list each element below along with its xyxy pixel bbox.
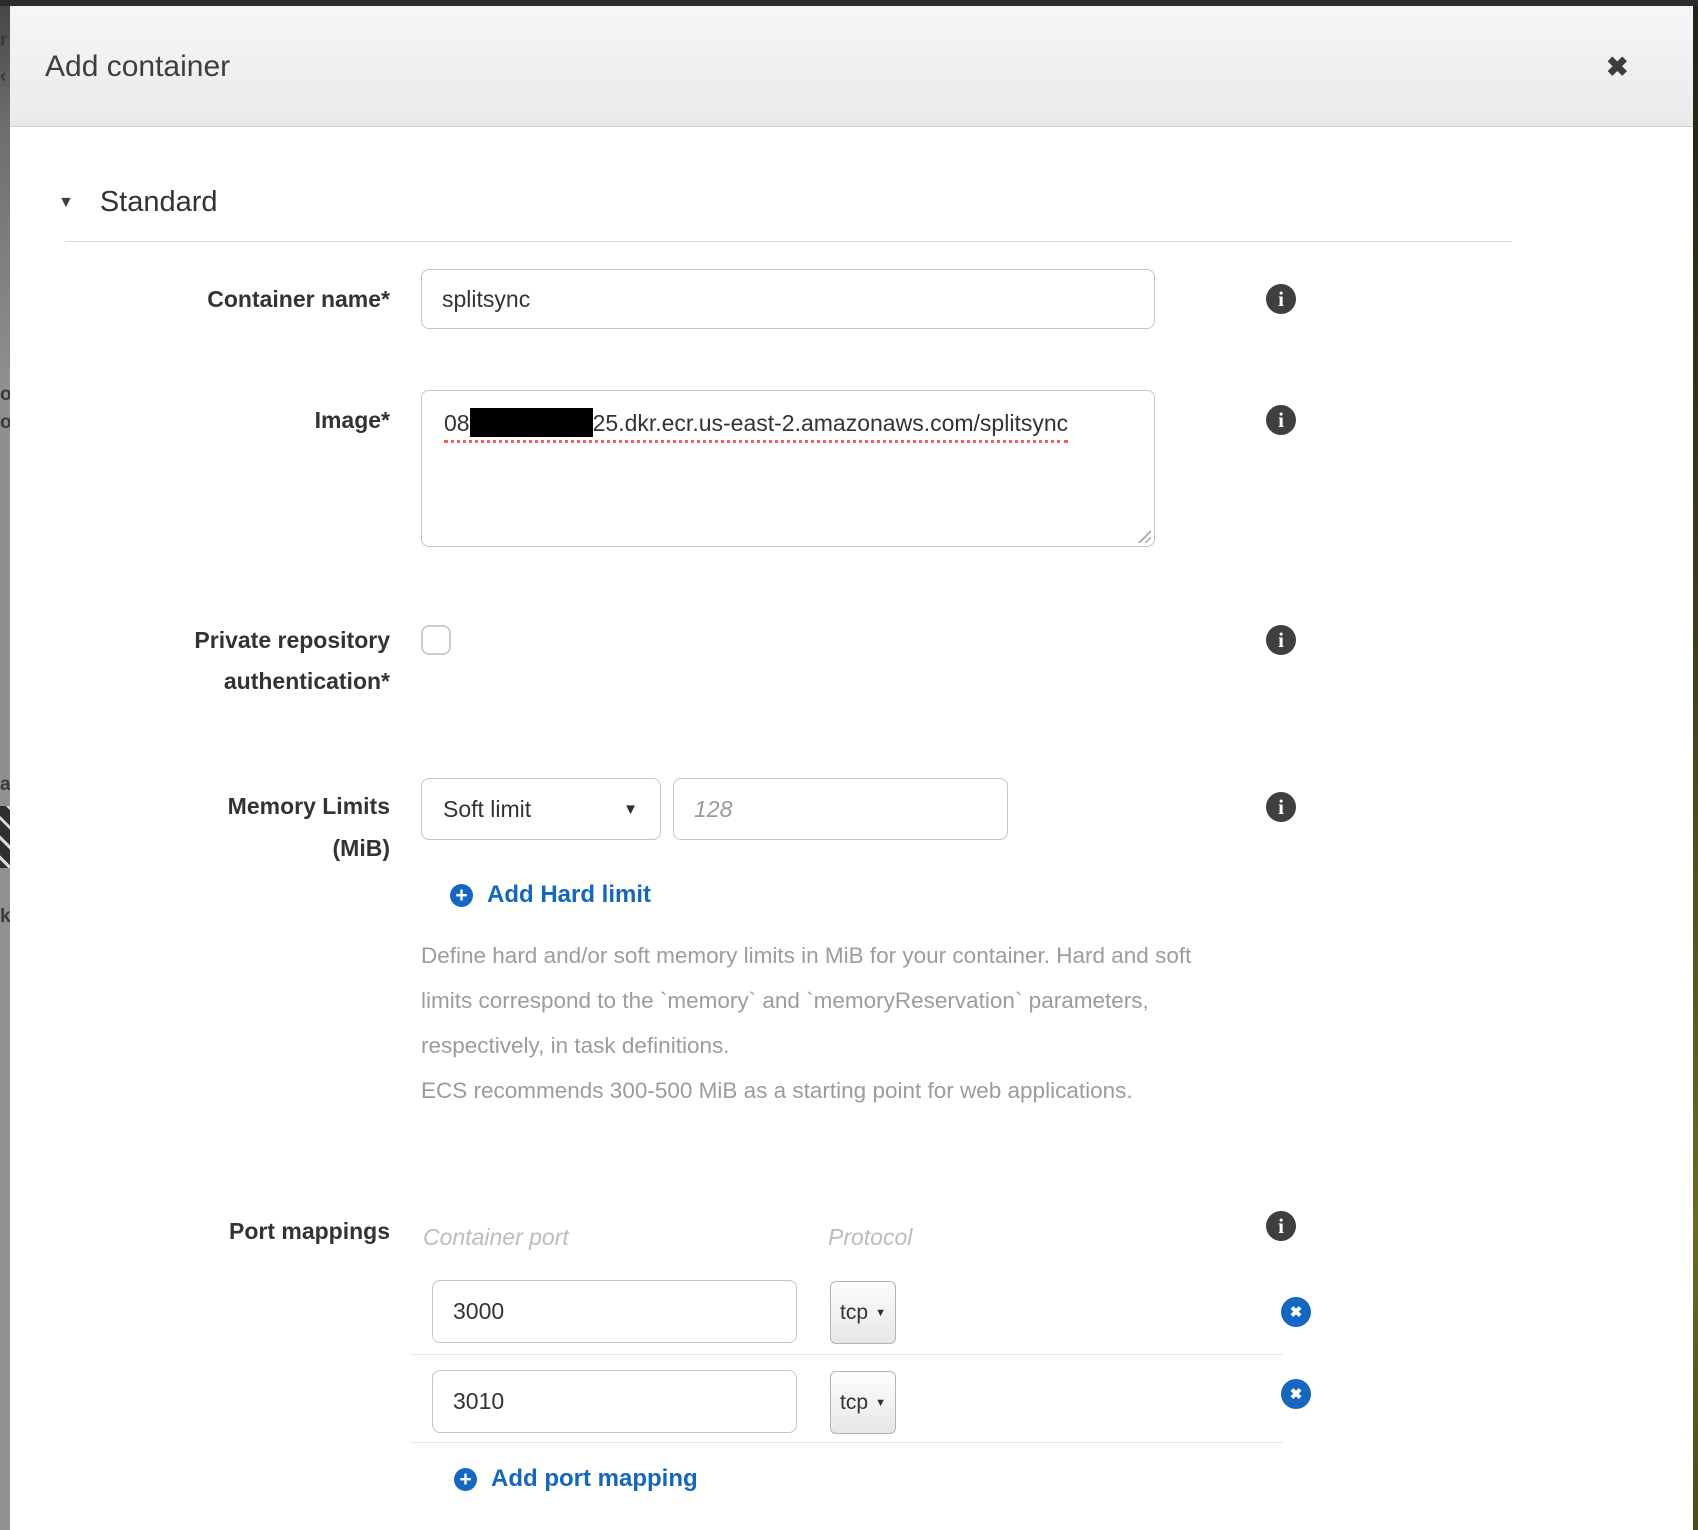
image-textarea[interactable]: 0825.dkr.ecr.us-east-2.amazonaws.com/spl… — [421, 390, 1155, 547]
info-icon[interactable]: i — [1266, 625, 1296, 655]
redaction-box — [470, 408, 593, 437]
memory-limit-value-input[interactable] — [673, 778, 1008, 840]
section-title: Standard — [100, 186, 218, 219]
section-standard-toggle[interactable]: ▼ Standard — [58, 186, 218, 219]
private-repo-label-line1: Private repository — [60, 627, 390, 654]
container-port-column-header: Container port — [423, 1224, 569, 1251]
chevron-down-icon: ▼ — [875, 1397, 886, 1409]
remove-port-mapping-icon[interactable]: ✖ — [1281, 1297, 1311, 1327]
chevron-down-icon: ▼ — [623, 801, 638, 818]
background-page-left-edge: r ‹ o o a ki — [0, 6, 10, 1530]
plus-icon: + — [450, 884, 473, 907]
close-icon[interactable]: ✖ — [1606, 52, 1629, 83]
plus-icon: + — [454, 1468, 477, 1491]
remove-port-mapping-icon[interactable]: ✖ — [1281, 1379, 1311, 1409]
section-divider — [65, 241, 1512, 242]
chevron-down-icon: ▼ — [875, 1307, 886, 1319]
modal-title: Add container — [45, 50, 230, 84]
container-name-input[interactable] — [421, 269, 1155, 329]
image-label: Image* — [60, 407, 390, 434]
container-port-input[interactable] — [432, 1370, 797, 1433]
left-edge-logo-fragment — [0, 806, 10, 868]
image-value: 0825.dkr.ecr.us-east-2.amazonaws.com/spl… — [444, 408, 1068, 443]
info-icon[interactable]: i — [1266, 1211, 1296, 1241]
left-edge-text-fragment: r — [0, 30, 7, 52]
left-edge-text-fragment: o — [0, 384, 10, 406]
container-name-label: Container name* — [60, 286, 390, 313]
container-port-input[interactable] — [432, 1280, 797, 1343]
protocol-column-header: Protocol — [828, 1224, 912, 1251]
background-page-right-edge — [1693, 6, 1698, 1530]
row-divider — [410, 1442, 1283, 1443]
protocol-select[interactable]: tcp ▼ — [830, 1281, 896, 1344]
left-edge-text-fragment: ki — [0, 906, 10, 928]
protocol-select[interactable]: tcp ▼ — [830, 1371, 896, 1434]
info-icon[interactable]: i — [1266, 792, 1296, 822]
private-repo-checkbox[interactable] — [421, 625, 451, 655]
info-icon[interactable]: i — [1266, 284, 1296, 314]
modal-header — [10, 6, 1693, 127]
row-divider — [410, 1354, 1283, 1355]
add-port-mapping-button[interactable]: + Add port mapping — [454, 1465, 698, 1493]
port-mappings-label: Port mappings — [60, 1218, 390, 1245]
memory-limit-type-select[interactable]: Soft limit ▼ — [421, 778, 661, 840]
left-edge-text-fragment: o — [0, 412, 10, 434]
memory-limits-label-line2: (MiB) — [60, 835, 390, 862]
left-edge-text-fragment: ‹ — [0, 66, 6, 88]
private-repo-label-line2: authentication* — [60, 668, 390, 695]
left-edge-text-fragment: a — [0, 774, 10, 796]
memory-limits-label-line1: Memory Limits — [60, 793, 390, 820]
memory-help-text: Define hard and/or soft memory limits in… — [421, 933, 1191, 1113]
add-hard-limit-button[interactable]: + Add Hard limit — [450, 881, 651, 909]
info-icon[interactable]: i — [1266, 405, 1296, 435]
chevron-down-icon: ▼ — [58, 194, 74, 212]
memory-limit-type-value: Soft limit — [443, 796, 531, 823]
textarea-resize-handle[interactable] — [1136, 528, 1151, 543]
